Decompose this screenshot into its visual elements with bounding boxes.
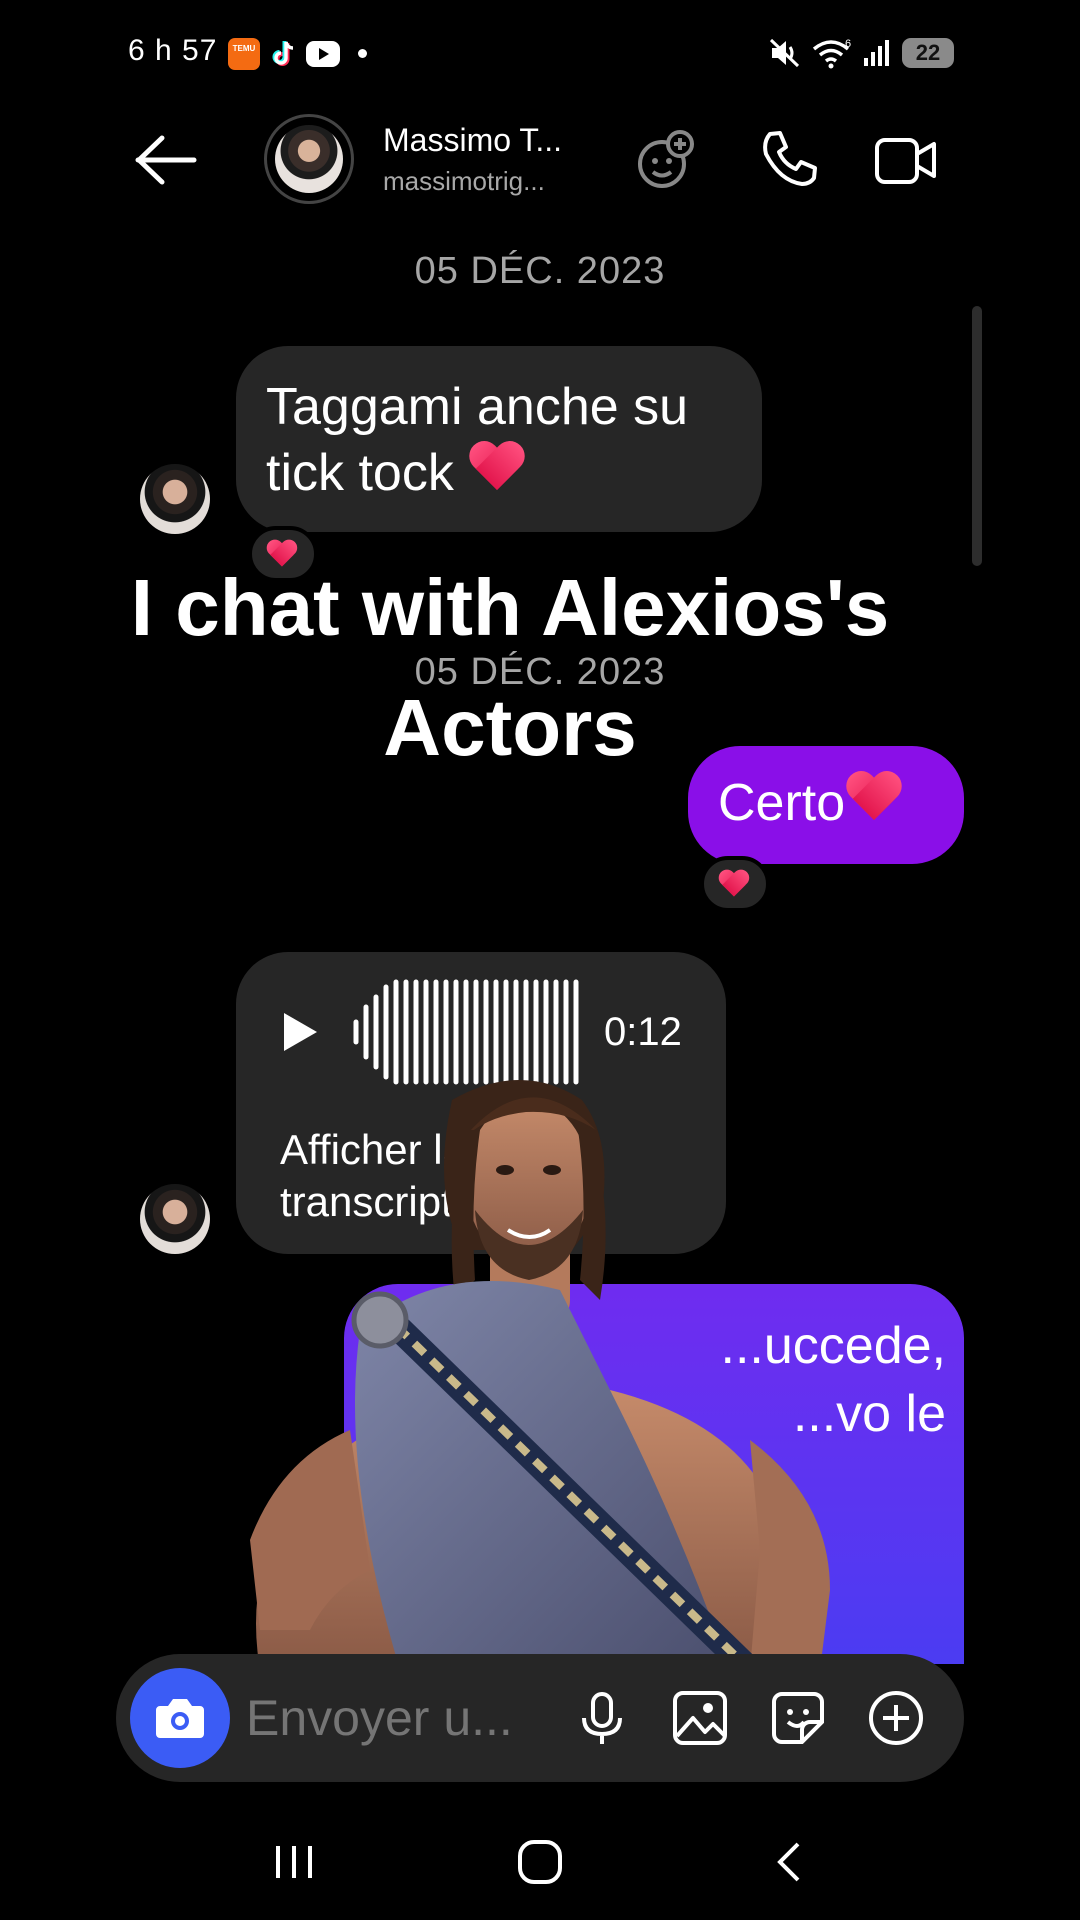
signal-icon xyxy=(864,40,889,66)
system-navigation-bar xyxy=(0,1800,1080,1920)
alexios-character-image xyxy=(250,1080,830,1670)
incoming-message-bubble[interactable]: Taggami anche su tick tock xyxy=(236,346,762,532)
youtube-app-icon xyxy=(306,41,340,67)
chat-header: Massimo T... massimotrig... xyxy=(0,110,1080,210)
sticker-icon[interactable] xyxy=(768,1688,828,1748)
overlay-title-line-1: I chat with Alexios's xyxy=(130,563,890,652)
message-composer xyxy=(116,1654,964,1782)
contact-avatar[interactable] xyxy=(264,114,354,204)
heart-icon xyxy=(718,869,750,899)
microphone-icon[interactable] xyxy=(572,1688,632,1748)
arrow-left-icon[interactable] xyxy=(134,134,198,186)
heart-reaction[interactable] xyxy=(700,856,770,912)
image-icon[interactable] xyxy=(670,1688,730,1748)
wifi-icon: 6 xyxy=(812,38,851,69)
status-bar: 6 h 57 TEMU 6 22 xyxy=(0,0,1080,110)
status-time: 6 h 57 xyxy=(128,34,218,67)
face-plus-icon[interactable] xyxy=(634,128,698,192)
avatar-image xyxy=(275,125,343,193)
status-indicators: 6 22 xyxy=(768,36,954,70)
scrollbar-thumb[interactable] xyxy=(972,306,982,566)
play-icon[interactable] xyxy=(280,1010,320,1054)
message-text: Taggami anche su xyxy=(266,378,689,436)
heart-emoji xyxy=(468,440,526,494)
temu-app-icon: TEMU xyxy=(228,38,260,70)
svg-text:6: 6 xyxy=(845,38,851,50)
contact-username[interactable]: massimotrig... xyxy=(383,166,545,197)
camera-icon xyxy=(156,1699,204,1738)
contact-name[interactable]: Massimo T... xyxy=(383,122,562,159)
mute-icon xyxy=(769,38,800,68)
video-camera-icon[interactable] xyxy=(874,128,938,192)
plus-circle-icon[interactable] xyxy=(866,1688,926,1748)
date-separator: 05 DÉC. 2023 xyxy=(414,250,666,292)
home-button[interactable] xyxy=(510,1838,570,1886)
message-text: tick tock xyxy=(266,444,454,502)
notification-dot xyxy=(358,49,367,58)
message-text: Certo xyxy=(718,774,846,832)
camera-button[interactable] xyxy=(130,1668,230,1768)
sender-avatar[interactable] xyxy=(140,464,210,534)
battery-indicator: 22 xyxy=(902,38,954,68)
message-input[interactable] xyxy=(246,1680,556,1756)
recent-apps-button[interactable] xyxy=(264,1838,324,1886)
heart-emoji xyxy=(845,770,903,824)
outgoing-message-bubble[interactable]: Certo xyxy=(688,746,964,864)
phone-icon[interactable] xyxy=(756,128,820,192)
tiktok-app-icon xyxy=(272,41,294,66)
voice-duration: 0:12 xyxy=(604,1010,682,1054)
back-button[interactable] xyxy=(760,1838,820,1886)
